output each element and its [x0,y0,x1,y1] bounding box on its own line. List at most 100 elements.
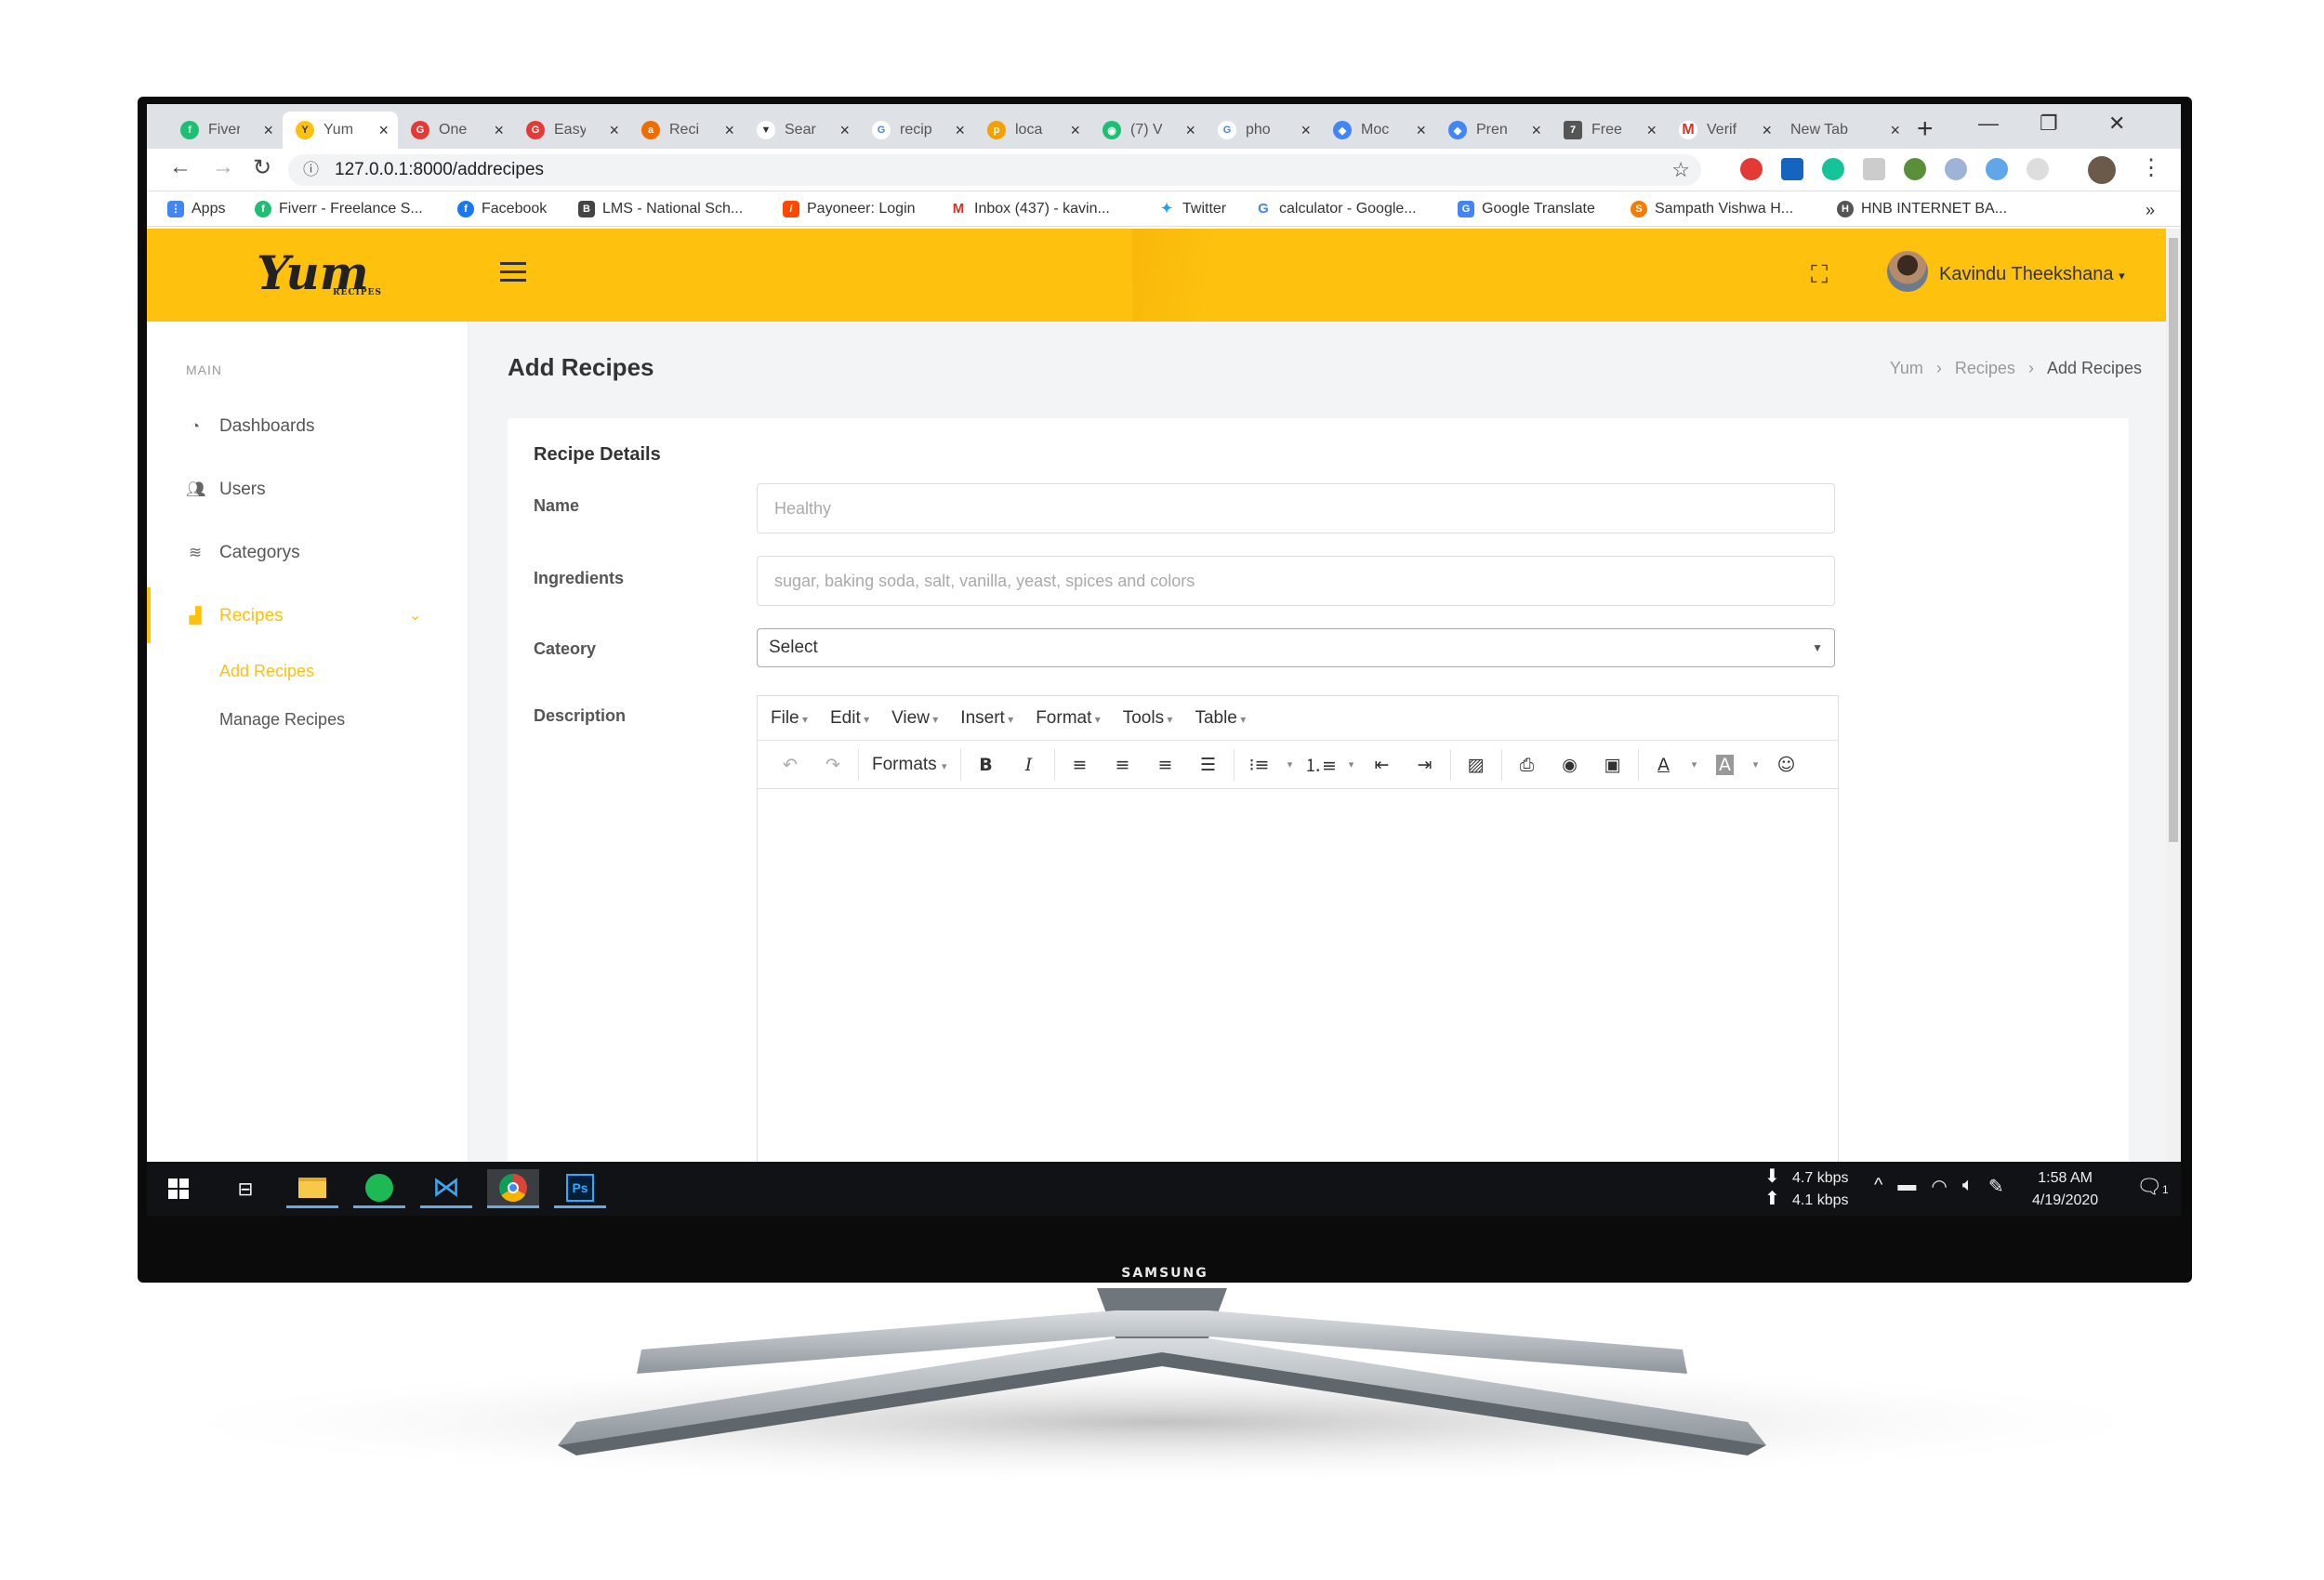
task-view-icon[interactable]: ⊟ [219,1169,271,1208]
notifications-icon[interactable]: 🗨︎1 [2136,1175,2169,1199]
numbered-list-icon[interactable]: ⒈≡ [1300,752,1342,777]
undo-icon[interactable]: ↶ [769,755,812,775]
extension-icon[interactable] [2027,158,2049,180]
bookmark-item[interactable]: f Facebook [457,201,547,217]
close-icon[interactable]: × [1646,121,1657,140]
text-color-icon[interactable]: A [1643,755,1685,775]
browser-tab[interactable]: G Easy × [513,112,628,149]
ingredients-input[interactable] [757,556,1835,606]
chrome-icon[interactable] [487,1169,539,1208]
editor-menu-tools[interactable]: Tools [1123,708,1173,729]
profile-avatar[interactable] [2088,156,2116,184]
extension-icon[interactable] [1945,158,1967,180]
windows-start-icon[interactable] [152,1169,205,1208]
browser-tab[interactable]: G pho × [1205,112,1320,149]
breadcrumb-recipes[interactable]: Recipes [1955,359,2015,378]
bullet-list-icon[interactable]: ⁝≡ [1238,755,1281,775]
category-select[interactable]: Select ▼ [757,628,1835,667]
scrollbar-thumb[interactable] [2169,238,2178,842]
wifi-icon[interactable]: ◠ [1931,1175,1947,1198]
bold-icon[interactable]: B [965,755,1008,775]
browser-tab[interactable]: ◆ Pren × [1435,112,1551,149]
browser-tab[interactable]: ▼ Sear × [744,112,859,149]
chevron-down-icon[interactable]: ▾ [1747,758,1765,770]
close-icon[interactable]: × [1762,121,1772,140]
bookmark-item[interactable]: f Fiverr - Freelance S... [255,201,423,217]
close-icon[interactable]: × [494,121,504,140]
editor-menu-insert[interactable]: Insert [960,708,1013,729]
browser-tab[interactable]: 7 Free × [1551,112,1666,149]
fullscreen-icon[interactable]: ⛶ [1811,260,1828,290]
grammarly-icon[interactable] [1822,158,1844,180]
sidebar-item-users[interactable]: 👥︎ Users [186,480,266,500]
editor-content-area[interactable] [758,789,1838,1216]
chevron-down-icon[interactable]: ▾ [1685,758,1704,770]
rich-text-editor[interactable]: File Edit View Insert Format Tools Table… [757,695,1839,1216]
close-icon[interactable]: × [839,121,850,140]
browser-tab[interactable]: a Reci × [628,112,744,149]
browser-tab[interactable]: M Verif × [1666,112,1781,149]
browser-tab[interactable]: G One × [398,112,513,149]
vscode-icon[interactable]: ⋈ [420,1169,472,1208]
close-icon[interactable]: × [1185,121,1195,140]
sidebar-item-recipes[interactable]: ▟ Recipes [186,606,283,626]
menu-dots-icon[interactable]: ⋮ [2140,154,2162,181]
chevron-down-icon[interactable]: ▾ [1281,758,1300,770]
sidebar-subitem-manage-recipes[interactable]: Manage Recipes [219,710,345,730]
restore-icon[interactable]: ❐ [2040,112,2058,136]
chevron-down-icon[interactable]: ▾ [1342,758,1361,770]
forward-icon[interactable]: → [212,154,234,180]
browser-tab[interactable]: ◆ Moc × [1320,112,1435,149]
align-justify-icon[interactable]: ☰ [1187,755,1230,775]
bookmark-item[interactable]: M Inbox (437) - kavin... [950,201,1110,217]
bookmark-star-icon[interactable]: ☆ [1671,154,1690,186]
extension-icon[interactable] [1863,158,1885,180]
editor-menu-table[interactable]: Table [1195,708,1246,729]
browser-tab[interactable]: p loca × [974,112,1089,149]
name-input[interactable] [757,483,1835,533]
volume-icon[interactable]: 🔈︎ [1962,1175,1974,1198]
editor-menu-file[interactable]: File [771,708,808,729]
preview-icon[interactable]: ◉ [1549,755,1591,775]
image-icon[interactable]: ▨ [1455,755,1498,775]
bookmark-apps[interactable]: ⋮ Apps [167,201,225,217]
file-explorer-icon[interactable] [286,1169,338,1208]
spotify-icon[interactable] [353,1169,405,1208]
chevron-up-icon[interactable]: ^ [1874,1175,1882,1198]
browser-tab-active[interactable]: Y Yum × [283,112,398,149]
sidebar-item-categorys[interactable]: ≋ Categorys [186,543,300,563]
user-menu[interactable]: Kavindu Theekshana ▾ [1939,264,2125,285]
emoticon-icon[interactable]: ☺ [1765,755,1808,775]
align-right-icon[interactable]: ≡ [1144,755,1187,775]
more-bookmarks-icon[interactable]: » [2146,201,2155,220]
hamburger-menu-icon[interactable] [500,262,526,283]
new-tab-button[interactable]: + [1917,113,1934,145]
browser-tab[interactable]: ◉ (7) V × [1089,112,1205,149]
close-icon[interactable]: × [1301,121,1311,140]
editor-menu-edit[interactable]: Edit [830,708,869,729]
align-left-icon[interactable]: ≡ [1059,755,1102,775]
formats-dropdown[interactable]: Formats ▾ [863,755,957,775]
close-icon[interactable]: × [1531,121,1541,140]
align-center-icon[interactable]: ≡ [1102,755,1144,775]
photoshop-icon[interactable]: Ps [554,1169,606,1208]
bookmark-item[interactable]: H HNB INTERNET BA... [1837,201,2007,217]
clock[interactable]: 1:58 AM 4/19/2020 [2032,1167,2098,1212]
print-icon[interactable]: ⎙ [1506,755,1549,775]
background-color-icon[interactable]: A [1704,754,1747,775]
url-input[interactable]: ⓘ 127.0.0.1:8000/addrecipes ☆ [288,154,1701,186]
close-icon[interactable]: × [955,121,965,140]
user-avatar[interactable] [1887,251,1928,292]
minimize-icon[interactable]: — [1978,112,1999,136]
close-icon[interactable]: × [1070,121,1080,140]
sidebar-subitem-add-recipes[interactable]: Add Recipes [219,662,314,681]
close-window-icon[interactable]: ✕ [2108,112,2125,136]
close-icon[interactable]: × [609,121,619,140]
extension-icon[interactable] [1904,158,1926,180]
battery-icon[interactable]: ▬ [1897,1175,1916,1198]
indent-icon[interactable]: ⇥ [1404,755,1446,775]
bookmark-item[interactable]: ✦ Twitter [1158,201,1226,217]
close-icon[interactable]: × [263,121,273,140]
bookmark-item[interactable]: Gcalculator - Google... [1255,201,1417,217]
bookmark-item[interactable]: B LMS - National Sch... [578,201,743,217]
